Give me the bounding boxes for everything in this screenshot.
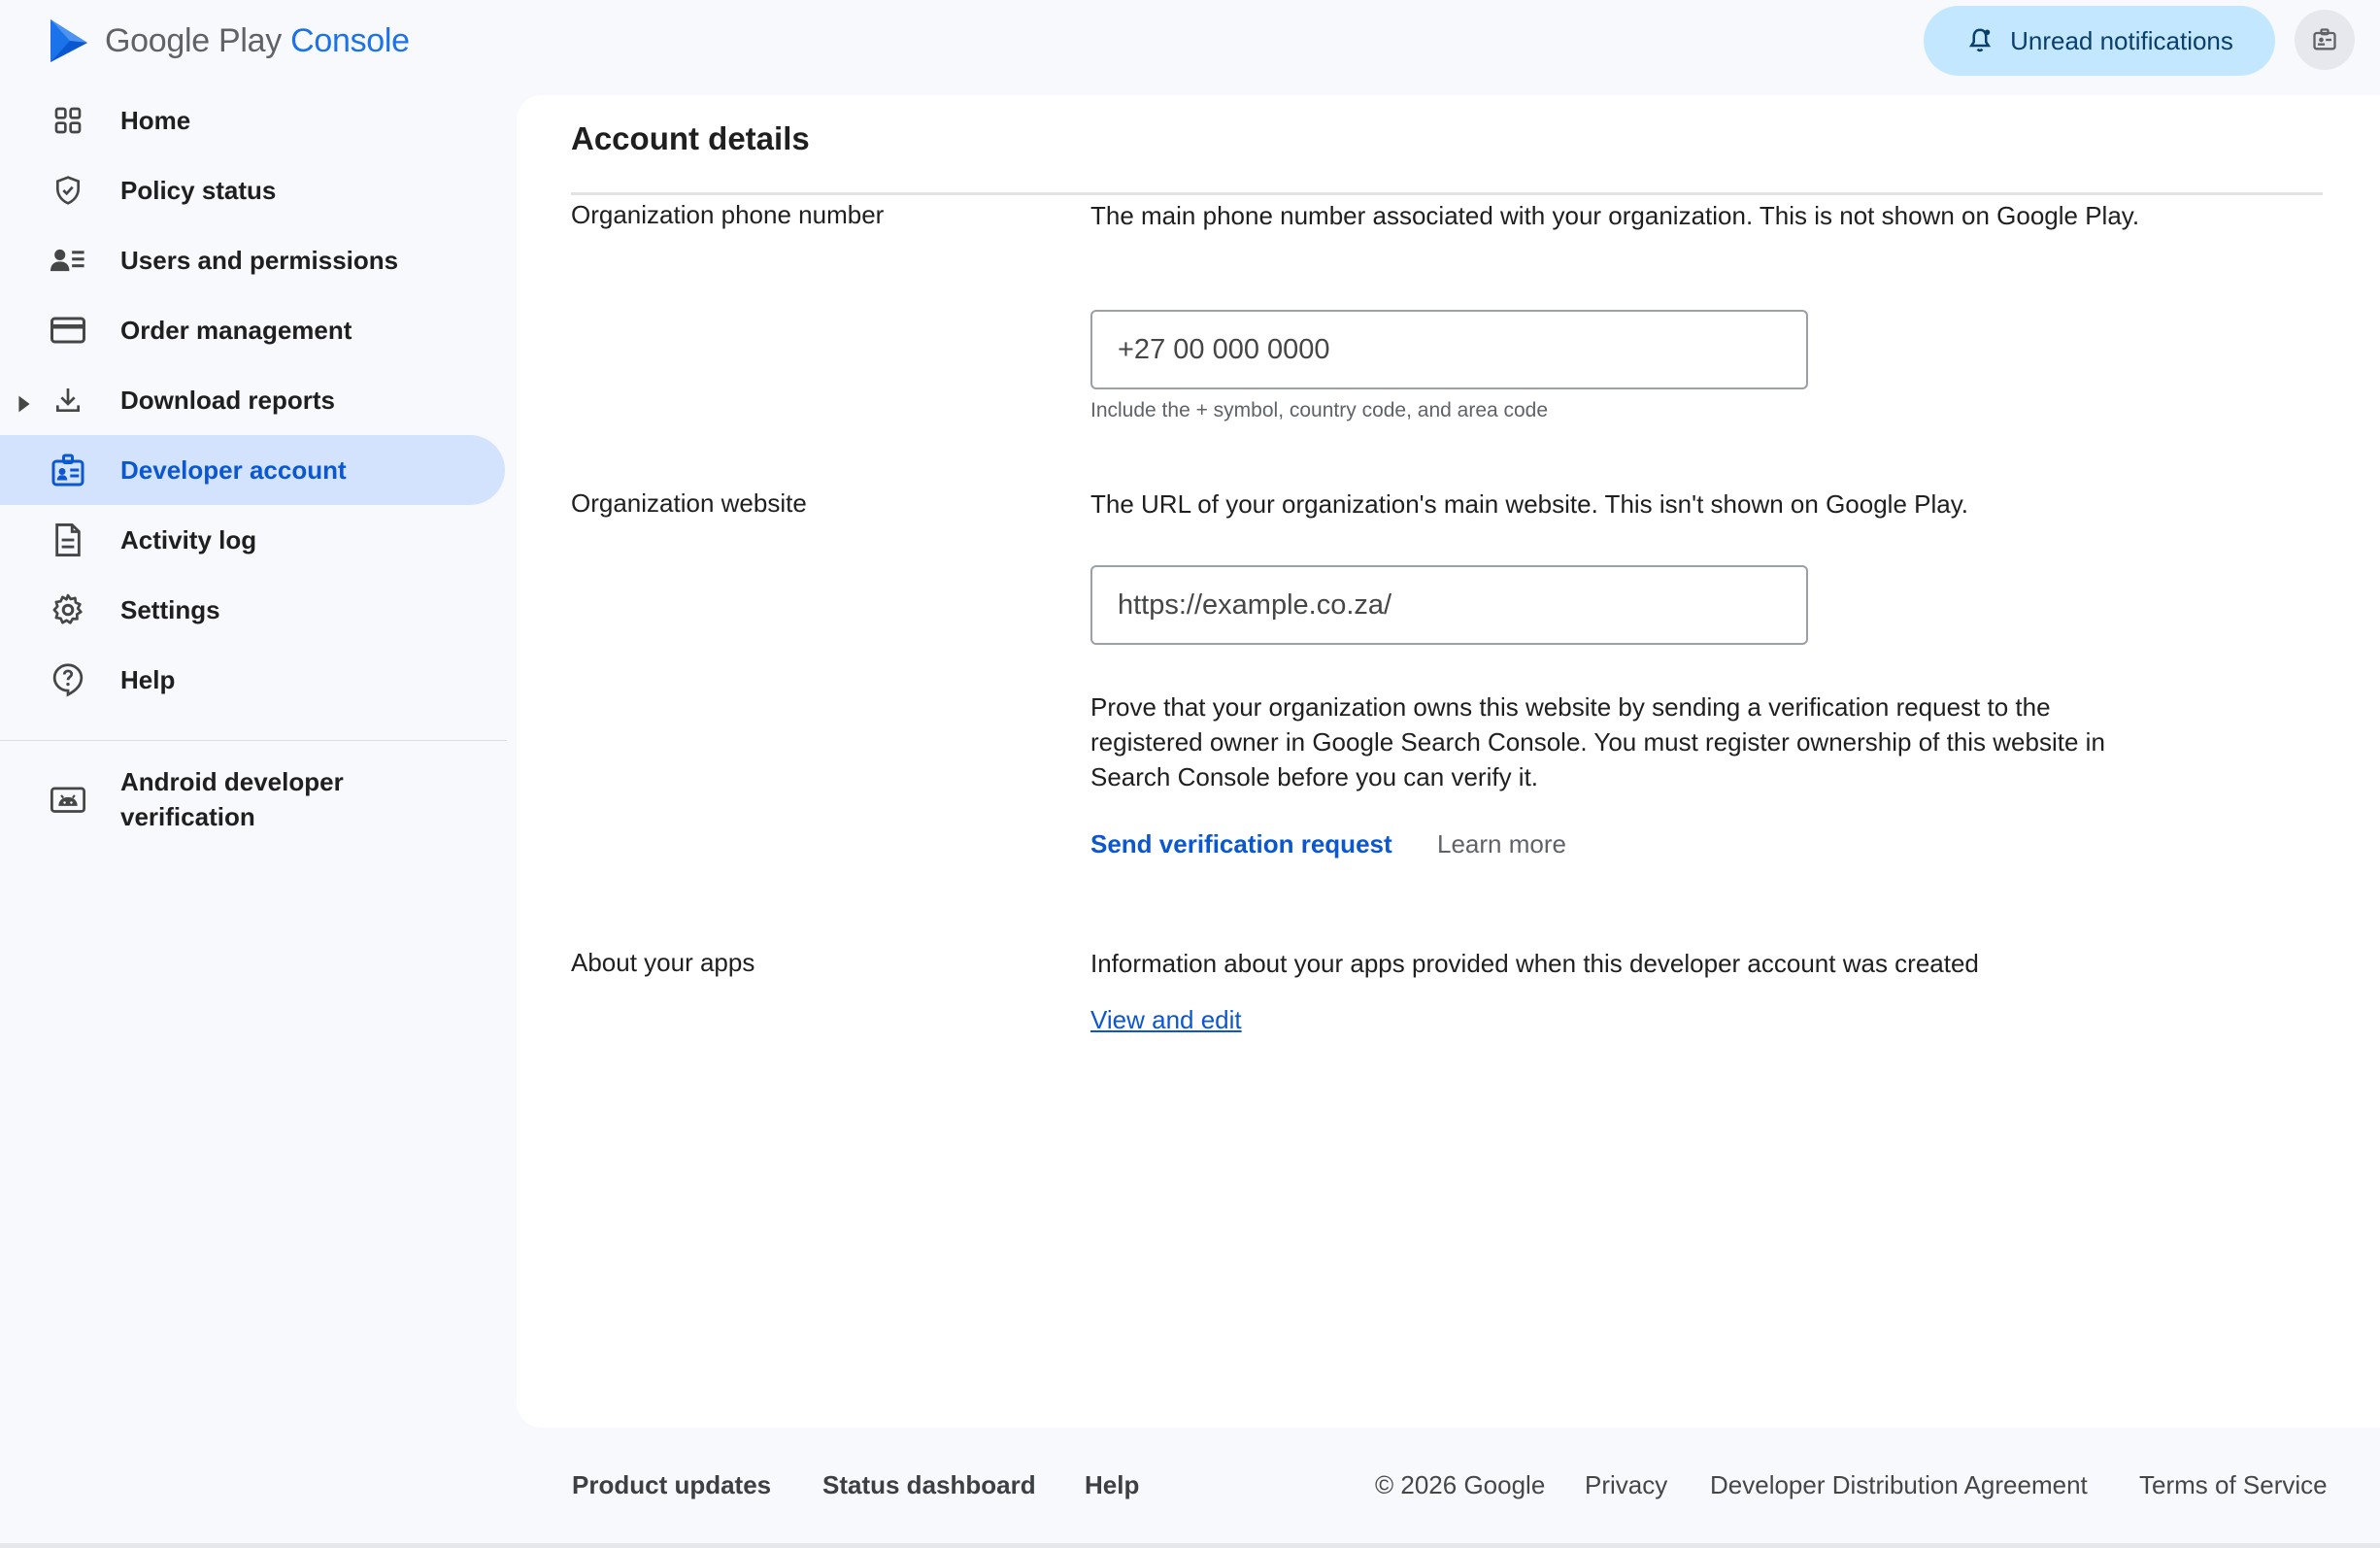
play-logo-icon (50, 19, 87, 62)
sidebar-item-activity-log[interactable]: Activity log (0, 505, 515, 575)
grid-icon (50, 103, 85, 138)
expand-caret-icon[interactable] (17, 390, 31, 421)
bell-icon (1969, 28, 1992, 52)
about-apps-label: About your apps (571, 948, 755, 977)
android-icon (50, 782, 85, 817)
phone-label: Organization phone number (571, 200, 885, 229)
notifications-label: Unread notifications (2010, 25, 2233, 55)
google-play-console-logo[interactable]: Google Play Console (49, 17, 410, 64)
website-input[interactable] (1090, 565, 1808, 645)
sidebar-item-users-and-permissions[interactable]: Users and permissions (0, 225, 515, 295)
sidebar-item-label: Android developer verification (120, 767, 344, 831)
phone-description: The main phone number associated with yo… (1090, 201, 2140, 230)
view-and-edit-link[interactable]: View and edit (1090, 1005, 1242, 1035)
footer-terms-link[interactable]: Terms of Service (2139, 1470, 2328, 1500)
phone-input[interactable] (1090, 310, 1808, 389)
sidebar-item-settings[interactable]: Settings (0, 575, 515, 645)
sidebar-nav: Home Policy status Users and permissions… (0, 85, 515, 846)
main-content: Account details Organization phone numbe… (517, 95, 2380, 1428)
send-verification-request-link[interactable]: Send verification request (1090, 829, 1392, 859)
footer-privacy-link[interactable]: Privacy (1585, 1470, 1667, 1500)
learn-more-link[interactable]: Learn more (1437, 829, 1566, 859)
footer: Product updates Status dashboard Help © … (0, 1457, 2380, 1515)
sidebar-item-label: Download reports (120, 385, 336, 415)
page-title: Account details (571, 120, 810, 156)
footer-product-updates-link[interactable]: Product updates (572, 1470, 771, 1500)
sidebar-item-android-developer-verification[interactable]: Android developer verification (0, 753, 515, 846)
sidebar-item-download-reports[interactable]: Download reports (0, 365, 515, 435)
logo-text: Google Play Console (105, 21, 410, 59)
title-divider (571, 192, 2323, 195)
footer-status-dashboard-link[interactable]: Status dashboard (822, 1470, 1036, 1500)
sidebar-divider (0, 740, 507, 741)
sidebar-item-label: Developer account (120, 454, 347, 485)
gear-icon (50, 592, 85, 627)
top-bar: Google Play Console Unread notifications (0, 0, 2380, 85)
sidebar-item-label: Help (120, 664, 176, 694)
card-icon (50, 313, 85, 348)
sidebar-item-label: Users and permissions (120, 245, 399, 275)
document-icon (50, 522, 85, 557)
account-button[interactable] (2295, 10, 2355, 70)
phone-hint: Include the + symbol, country code, and … (1090, 399, 1549, 421)
help-icon (50, 662, 85, 697)
users-icon (50, 243, 85, 278)
unread-notifications-button[interactable]: Unread notifications (1924, 6, 2275, 76)
sidebar-item-label: Policy status (120, 175, 277, 205)
sidebar-item-label: Order management (120, 315, 352, 345)
footer-copyright: © 2026 Google (1375, 1470, 1546, 1499)
sidebar-item-label: Activity log (120, 524, 257, 555)
id-badge-icon (50, 453, 85, 488)
sidebar-item-home[interactable]: Home (0, 85, 515, 155)
download-icon (50, 383, 85, 418)
sidebar-item-developer-account[interactable]: Developer account (0, 435, 505, 505)
website-label: Organization website (571, 488, 807, 518)
bottom-divider (0, 1543, 2380, 1548)
footer-help-link[interactable]: Help (1085, 1470, 1139, 1500)
website-description: The URL of your organization's main webs… (1090, 489, 1969, 519)
sidebar-item-policy-status[interactable]: Policy status (0, 155, 515, 225)
sidebar-item-order-management[interactable]: Order management (0, 295, 515, 365)
sidebar-item-label: Home (120, 105, 191, 135)
sidebar-item-help[interactable]: Help (0, 645, 515, 715)
sidebar-item-label: Settings (120, 594, 220, 624)
account-badge-icon (2313, 28, 2336, 50)
footer-dda-link[interactable]: Developer Distribution Agreement (1710, 1470, 2088, 1500)
website-verify-text: Prove that your organization owns this w… (1090, 692, 2105, 791)
shield-icon (50, 173, 85, 208)
about-apps-description: Information about your apps provided whe… (1090, 949, 1979, 978)
